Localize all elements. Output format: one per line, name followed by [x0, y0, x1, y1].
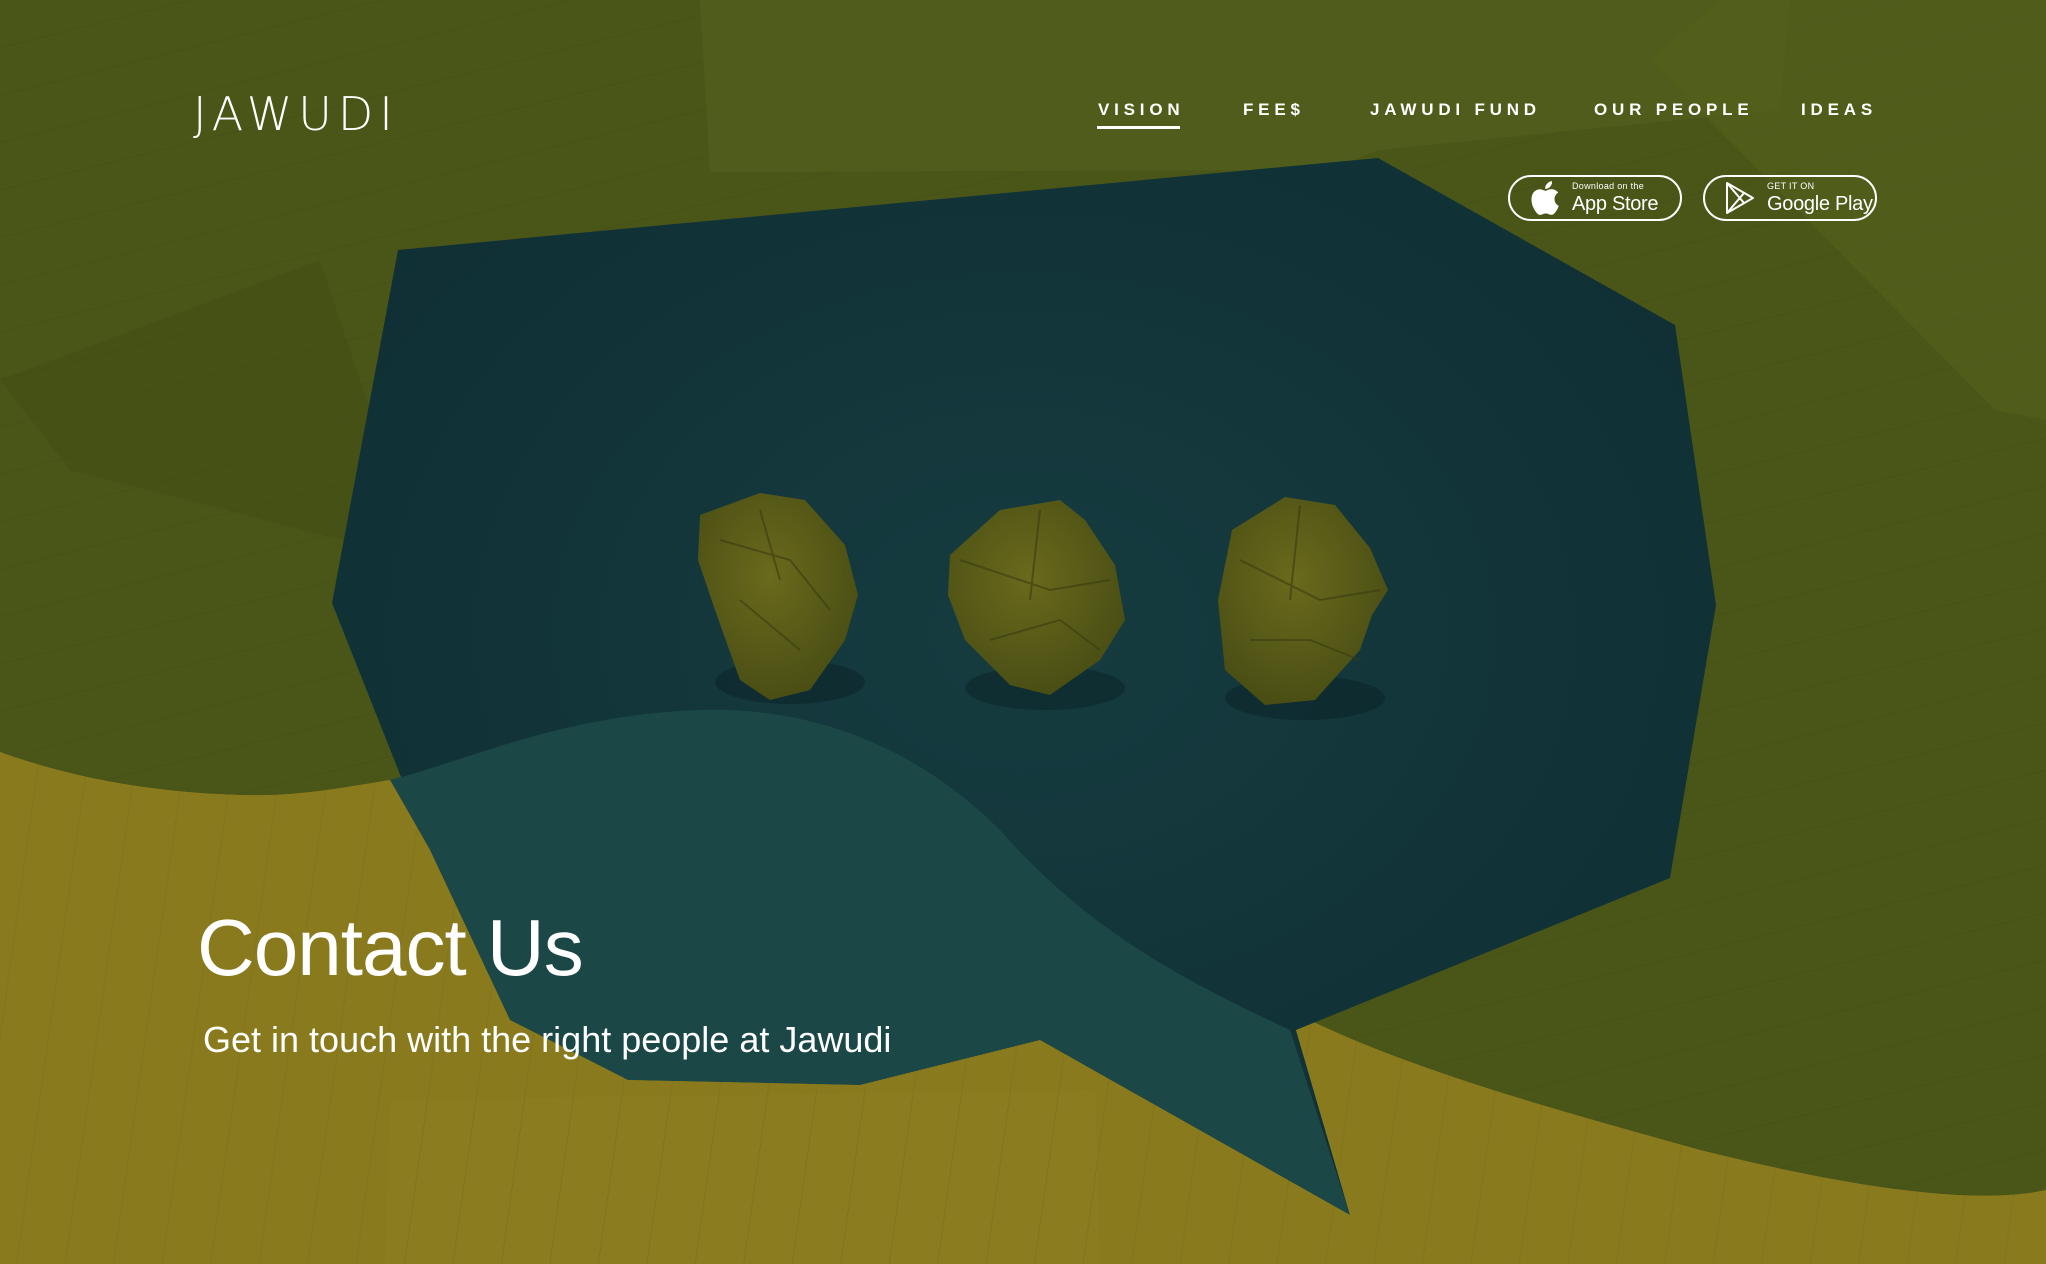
google-play-icon: [1723, 181, 1757, 215]
nav-item-vision[interactable]: VISION: [1096, 98, 1184, 129]
page-title: Contact Us: [197, 903, 584, 992]
main-nav: VISION FEE$ JAWUDI FUND OUR PEOPLE IDEAS: [0, 98, 2046, 138]
app-store-small-text: Download on the: [1572, 181, 1645, 191]
google-play-big-text: Google Play: [1767, 193, 1873, 215]
nav-item-ideas[interactable]: IDEAS: [1801, 98, 1877, 122]
google-play-button[interactable]: GET IT ON Google Play: [1703, 175, 1877, 221]
apple-icon: [1528, 181, 1562, 215]
google-play-small-text: GET IT ON: [1767, 181, 1815, 191]
app-store-big-text: App Store: [1572, 193, 1659, 215]
page-subtitle: Get in touch with the right people at Ja…: [203, 1019, 892, 1060]
hero-section: JAWUDI VISION FEE$ JAWUDI FUND OUR PEOPL…: [0, 0, 2046, 1264]
nav-item-our-people[interactable]: OUR PEOPLE: [1594, 98, 1753, 122]
nav-item-fees[interactable]: FEE$: [1243, 98, 1305, 122]
nav-item-jawudi-fund[interactable]: JAWUDI FUND: [1370, 98, 1541, 122]
app-store-button[interactable]: Download on the App Store: [1508, 175, 1682, 221]
